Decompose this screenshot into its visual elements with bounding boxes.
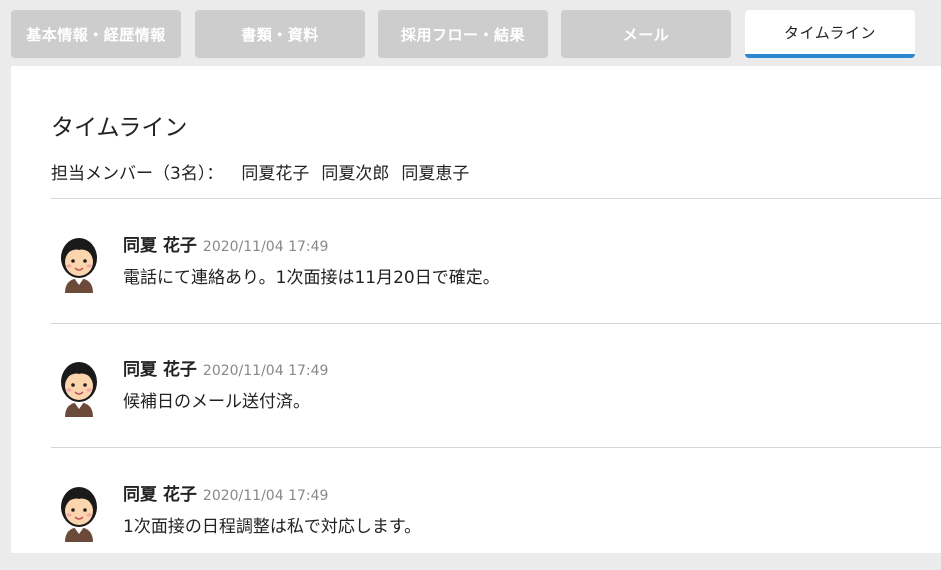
member-name: 同夏恵子 bbox=[401, 164, 470, 184]
timeline-entry: 同夏 花子 2020/11/04 17:49 電話にて連絡あり。1次面接は11月2… bbox=[51, 231, 941, 321]
entry-meta: 同夏 花子 2020/11/04 17:49 bbox=[123, 355, 328, 380]
member-name: 同夏花子 bbox=[241, 164, 310, 184]
timeline-panel: タイムライン 担当メンバー（3名）： 同夏花子 同夏次郎 同夏恵子 同夏 花子 2020… bbox=[11, 66, 941, 553]
avatar bbox=[55, 361, 103, 417]
tab-mail[interactable]: メール bbox=[561, 10, 731, 58]
tab-basic-info[interactable]: 基本情報・経歴情報 bbox=[11, 10, 181, 58]
tab-timeline[interactable]: タイムライン bbox=[745, 10, 915, 58]
divider bbox=[51, 323, 941, 324]
entry-message: 1次面接の日程調整は私で対応します。 bbox=[123, 517, 422, 537]
tab-documents[interactable]: 書類・資料 bbox=[195, 10, 365, 58]
entry-author: 同夏 花子 bbox=[123, 360, 197, 380]
avatar bbox=[55, 237, 103, 293]
entry-author: 同夏 花子 bbox=[123, 236, 197, 256]
timeline-entry: 同夏 花子 2020/11/04 17:49 候補日のメール送付済。 bbox=[51, 355, 941, 445]
entry-timestamp: 2020/11/04 17:49 bbox=[202, 363, 329, 379]
entry-message: 電話にて連絡あり。1次面接は11月20日で確定。 bbox=[123, 268, 500, 288]
members-label: 担当メンバー（3名）： bbox=[51, 164, 224, 184]
page-title: タイムライン bbox=[51, 115, 188, 141]
divider bbox=[51, 198, 941, 199]
timeline-entry: 同夏 花子 2020/11/04 17:49 1次面接の日程調整は私で対応します。 bbox=[51, 480, 941, 570]
entry-meta: 同夏 花子 2020/11/04 17:49 bbox=[123, 480, 328, 505]
member-list: 担当メンバー（3名）： 同夏花子 同夏次郎 同夏恵子 bbox=[51, 159, 481, 184]
entry-timestamp: 2020/11/04 17:49 bbox=[202, 239, 329, 255]
entry-timestamp: 2020/11/04 17:49 bbox=[202, 488, 329, 504]
divider bbox=[51, 447, 941, 448]
member-name: 同夏次郎 bbox=[321, 164, 390, 184]
entry-meta: 同夏 花子 2020/11/04 17:49 bbox=[123, 231, 328, 256]
entry-message: 候補日のメール送付済。 bbox=[123, 392, 310, 412]
tab-hiring-flow[interactable]: 採用フロー・結果 bbox=[378, 10, 548, 58]
entry-author: 同夏 花子 bbox=[123, 485, 197, 505]
tab-bar: 基本情報・経歴情報 書類・資料 採用フロー・結果 メール タイムライン bbox=[0, 0, 941, 66]
avatar bbox=[55, 486, 103, 542]
